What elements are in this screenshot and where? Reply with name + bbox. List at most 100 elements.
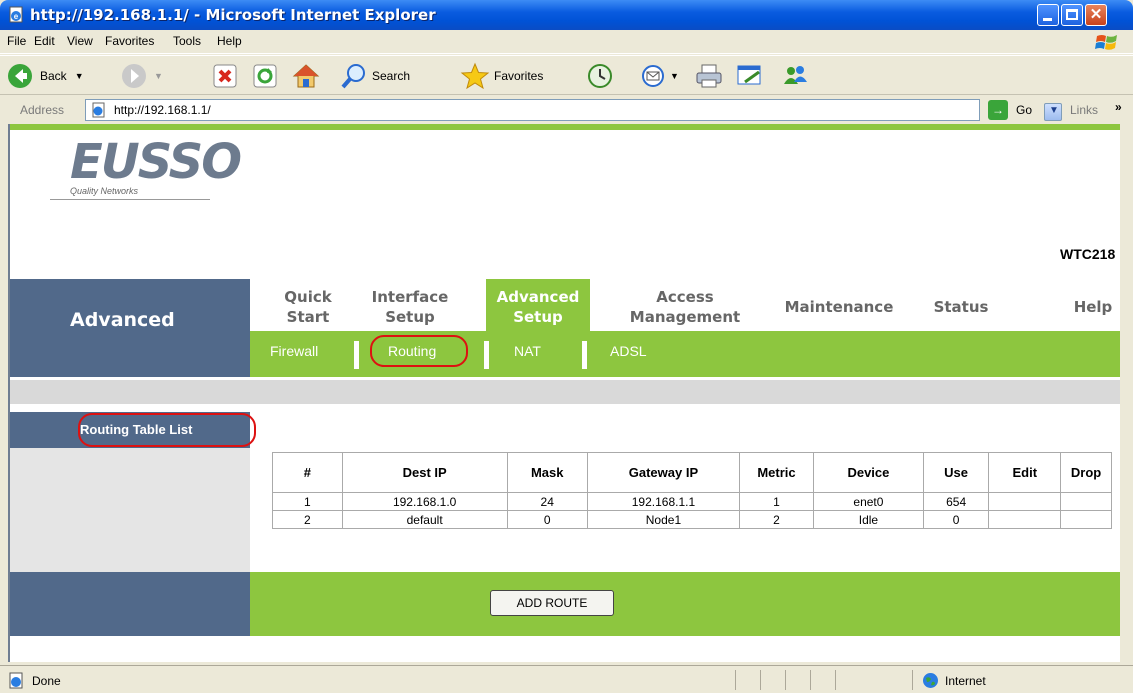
menu-help[interactable]: Help	[217, 34, 242, 48]
title-bar: e http://192.168.1.1/ - Microsoft Intern…	[0, 0, 1133, 30]
toolbar: Back ▼ ▼ Search Favorites ▼	[0, 55, 1133, 95]
favorites-star-icon	[460, 62, 490, 90]
forward-button[interactable]: ▼	[120, 62, 163, 90]
add-route-button[interactable]: ADD ROUTE	[490, 590, 614, 616]
status-divider	[760, 670, 761, 690]
cell-edit[interactable]	[988, 510, 1062, 529]
ie-page-icon	[9, 672, 23, 689]
tab-access-management[interactable]: Access Management	[620, 287, 750, 327]
mail-button[interactable]: ▼	[640, 62, 679, 90]
cell-metric: 2	[739, 510, 814, 529]
links-label[interactable]: Links	[1070, 103, 1098, 117]
web-page: EUSSO Quality Networks WTC218 Advanced Q…	[8, 124, 1120, 662]
chevron-right-icon[interactable]: »	[1115, 100, 1122, 114]
cell-gateway-ip: Node1	[586, 510, 741, 529]
window-right-edge	[1120, 124, 1133, 662]
status-divider	[735, 670, 736, 690]
tab-label: Setup	[385, 308, 435, 326]
go-button[interactable]: → Go	[988, 100, 1032, 120]
back-dropdown-icon[interactable]: ▼	[75, 71, 84, 81]
address-url: http://192.168.1.1/	[114, 103, 211, 117]
mail-icon	[642, 65, 664, 87]
svg-text:e: e	[14, 12, 19, 21]
subnav-divider	[354, 341, 359, 369]
subtab-adsl[interactable]: ADSL	[610, 343, 647, 359]
tab-status[interactable]: Status	[926, 297, 996, 317]
refresh-button[interactable]	[252, 62, 278, 90]
cell-mask: 24	[506, 492, 588, 511]
favorites-button[interactable]: Favorites	[460, 62, 543, 90]
internet-globe-icon	[923, 673, 938, 688]
home-button[interactable]	[292, 62, 320, 90]
col-header-drop: Drop	[1060, 452, 1112, 493]
menu-file[interactable]: File	[7, 34, 26, 48]
status-divider	[912, 670, 913, 690]
table-row: 1 192.168.1.0 24 192.168.1.1 1 enet0 654	[272, 492, 1112, 511]
model-name: WTC218	[1060, 246, 1116, 262]
stop-button[interactable]	[212, 62, 238, 90]
routing-highlight-oval	[370, 335, 468, 367]
tab-maintenance[interactable]: Maintenance	[774, 297, 904, 317]
tab-label: Help	[1073, 298, 1113, 316]
maximize-button[interactable]	[1061, 4, 1083, 26]
cell-mask: 0	[506, 510, 588, 529]
search-button[interactable]: Search	[340, 62, 410, 90]
menu-tools[interactable]: Tools	[173, 34, 201, 48]
history-button[interactable]	[586, 62, 614, 90]
tab-advanced-setup[interactable]: Advanced Setup	[486, 279, 590, 331]
search-icon	[341, 64, 365, 89]
cell-device: Idle	[812, 510, 924, 529]
cell-edit[interactable]	[988, 492, 1062, 511]
menu-view[interactable]: View	[67, 34, 93, 48]
menu-favorites[interactable]: Favorites	[105, 34, 154, 48]
tab-quick-start[interactable]: Quick Start	[278, 287, 338, 327]
table-header-row: # Dest IP Mask Gateway IP Metric Device …	[272, 452, 1112, 493]
back-label: Back	[40, 69, 67, 83]
status-divider	[810, 670, 811, 690]
gray-separator	[10, 380, 1120, 404]
status-divider	[785, 670, 786, 690]
minimize-icon	[1043, 18, 1052, 21]
col-header-metric: Metric	[739, 452, 814, 493]
tab-label: Advanced	[496, 288, 580, 306]
printer-icon	[696, 64, 722, 88]
cell-drop[interactable]	[1060, 492, 1112, 511]
refresh-icon	[253, 64, 277, 88]
minimize-button[interactable]	[1037, 4, 1059, 26]
cell-drop[interactable]	[1060, 510, 1112, 529]
tab-interface-setup[interactable]: Interface Setup	[362, 287, 458, 327]
table-row: 2 default 0 Node1 2 Idle 0	[272, 510, 1112, 529]
favorites-label: Favorites	[494, 69, 544, 83]
subtab-nat[interactable]: NAT	[514, 343, 541, 359]
sub-nav: Firewall Routing NAT ADSL	[250, 331, 1120, 377]
ie-page-icon: e	[9, 6, 23, 23]
cell-number: 1	[272, 492, 343, 511]
cell-use: 654	[922, 492, 990, 511]
messenger-button[interactable]	[780, 62, 810, 90]
main-nav: Advanced Quick Start Interface Setup Adv…	[10, 279, 1120, 377]
print-button[interactable]	[694, 62, 724, 90]
menu-bar: File Edit View Favorites Tools Help	[0, 30, 1133, 54]
col-header-mask: Mask	[506, 452, 588, 493]
go-arrow-icon: →	[988, 100, 1008, 120]
routing-table: # Dest IP Mask Gateway IP Metric Device …	[272, 452, 1112, 529]
address-field[interactable]: http://192.168.1.1/ ▼	[85, 99, 1062, 121]
windows-flag-icon	[1095, 35, 1117, 50]
cell-device: enet0	[812, 492, 924, 511]
tab-label: Interface	[371, 288, 449, 306]
subtab-firewall[interactable]: Firewall	[270, 343, 318, 359]
close-button[interactable]: ✕	[1085, 4, 1107, 26]
footer-action-bar	[250, 572, 1120, 636]
footer-left-panel	[10, 572, 250, 636]
back-arrow-icon	[8, 64, 32, 88]
back-button[interactable]: Back ▼	[6, 62, 84, 90]
status-text: Done	[32, 674, 61, 688]
menu-edit[interactable]: Edit	[34, 34, 55, 48]
mail-dropdown-icon[interactable]: ▼	[670, 71, 679, 81]
cell-number: 2	[272, 510, 343, 529]
tab-help[interactable]: Help	[1068, 297, 1118, 317]
ie-page-icon	[92, 102, 105, 118]
edit-page-button[interactable]	[735, 62, 765, 90]
tab-label: Start	[286, 308, 330, 326]
address-dropdown-button[interactable]: ▼	[1044, 103, 1062, 121]
